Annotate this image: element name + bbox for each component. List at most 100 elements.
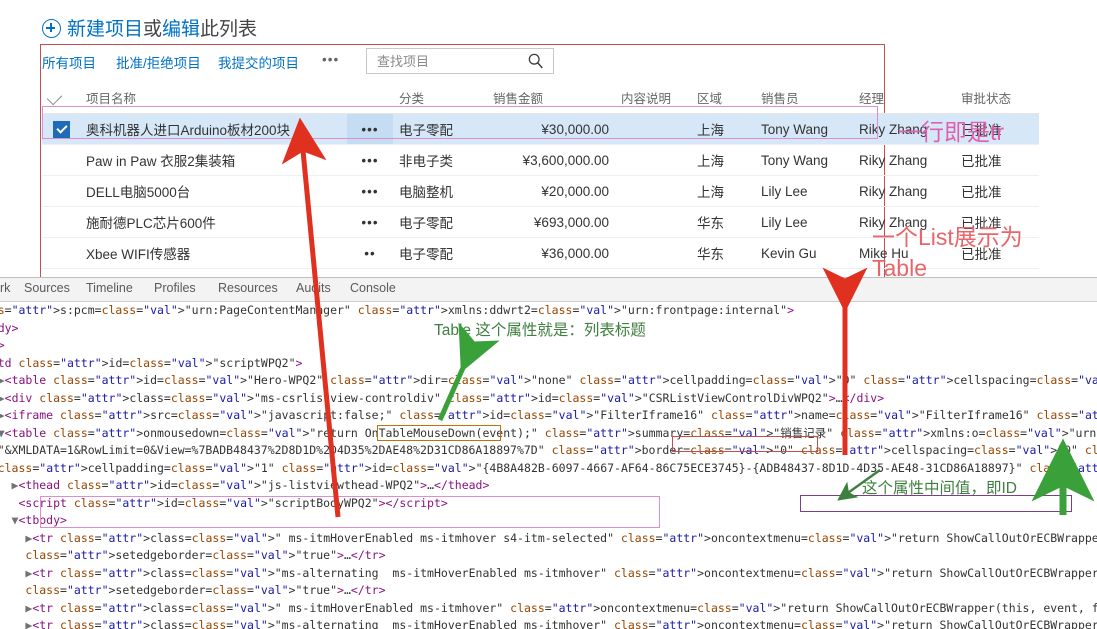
- page-title: 新建项目或编辑此列表: [42, 14, 257, 41]
- cell-description: [615, 144, 691, 176]
- header-status[interactable]: 审批状态: [955, 84, 1039, 114]
- devtools-tab-timeline[interactable]: Timeline: [86, 281, 133, 295]
- header-manager[interactable]: 经理: [853, 84, 955, 114]
- cell-description: [615, 206, 691, 238]
- new-item-link[interactable]: 新建项目: [67, 19, 143, 40]
- dom-tree-line[interactable]: ▼<tbody>: [0, 512, 1097, 530]
- table-row[interactable]: Paw in Paw 衣服2集装箱 ••• 非电子类 ¥3,600,000.00 上海 T…: [42, 144, 1039, 176]
- cell-category: 电子零配: [393, 113, 487, 145]
- header-category[interactable]: 分类: [393, 84, 487, 114]
- cell-ecb[interactable]: •••: [347, 175, 393, 207]
- cell-sales: Lily Lee: [755, 175, 853, 207]
- check-icon: [46, 89, 63, 105]
- cell-area: 华东: [691, 206, 755, 238]
- devtools-tab-resources[interactable]: Resources: [218, 281, 278, 295]
- cell-ecb[interactable]: •••: [347, 144, 393, 176]
- cell-manager: Riky Zhang: [853, 144, 955, 176]
- dom-tree-line[interactable]: ▶<tr class="attr">class=class="val">"ms-…: [0, 617, 1097, 629]
- dom-tree-line[interactable]: ▼<table class="attr">onmousedown=class="…: [0, 425, 1097, 443]
- dom-tree-line[interactable]: <tbody>: [0, 320, 1097, 338]
- devtools-tab-sources[interactable]: Sources: [24, 281, 70, 295]
- devtools-tabbar: rk Sources Timeline Profiles Resources Audits…: [0, 278, 1097, 302]
- sharepoint-list-area: 新建项目或编辑此列表 所有项目 批准/拒绝项目 我提交的项目 ••• 项目名称 …: [0, 0, 1097, 277]
- cell-sales: Tony Wang: [755, 113, 853, 145]
- checkbox-checked-icon[interactable]: [52, 120, 70, 138]
- cell-category: 电脑整机: [393, 175, 487, 207]
- edit-list-link[interactable]: 编辑: [162, 19, 200, 40]
- row-checkbox[interactable]: [42, 144, 80, 176]
- view-tab-approve[interactable]: 批准/拒绝项目: [116, 52, 201, 72]
- dom-tree-line[interactable]: <script class="attr">id=class="val">"scr…: [0, 495, 1097, 513]
- row-fade-mask: [42, 262, 883, 277]
- header-name[interactable]: 项目名称: [80, 84, 347, 114]
- header-sales[interactable]: 销售员: [755, 84, 853, 114]
- cell-area: 上海: [691, 175, 755, 207]
- dom-tree-line[interactable]: class="attr">s:pcm=class="val">"urn:Page…: [0, 302, 1097, 320]
- devtools-panel: rk Sources Timeline Profiles Resources Audits…: [0, 277, 1097, 629]
- dom-tree-line[interactable]: ▶<tr class="attr">class=class="val">" ms…: [0, 600, 1097, 618]
- cell-sales: Lily Lee: [755, 206, 853, 238]
- header-ecb: [347, 84, 393, 114]
- devtools-tab-rk[interactable]: rk: [0, 281, 10, 295]
- cell-status: 已批准: [955, 144, 1039, 176]
- cell-name: Paw in Paw 衣服2集装箱: [80, 144, 347, 176]
- cell-amount: ¥30,000.00: [487, 113, 615, 145]
- view-more-button[interactable]: •••: [322, 52, 339, 67]
- search-input[interactable]: [375, 53, 519, 70]
- view-tab-submitted[interactable]: 我提交的项目: [218, 52, 299, 72]
- cell-status: 已批准: [955, 237, 1039, 269]
- dom-tree-line[interactable]: ▼<tr>: [0, 337, 1097, 355]
- header-select-all[interactable]: [42, 84, 80, 114]
- list-table-head: 项目名称 分类 销售金额 内容说明 区域 销售员 经理 审批状态: [42, 84, 1039, 114]
- dom-tree-line[interactable]: ▶<table class="attr">id=class="val">"Her…: [0, 372, 1097, 390]
- cell-status: 已批准: [955, 206, 1039, 238]
- devtools-tab-audits[interactable]: Audits: [296, 281, 331, 295]
- cell-status: 已批准: [955, 113, 1039, 145]
- cell-manager: Riky Zhang: [853, 113, 955, 145]
- dom-tree-line[interactable]: class="attr">cellpadding=class="val">"1"…: [0, 460, 1097, 478]
- cell-description: [615, 175, 691, 207]
- cell-name: DELL电脑5000台: [80, 175, 347, 207]
- cell-category: 电子零配: [393, 206, 487, 238]
- plus-circle-icon[interactable]: [42, 19, 61, 38]
- row-checkbox[interactable]: [42, 206, 80, 238]
- row-checkbox[interactable]: [42, 175, 80, 207]
- view-tab-all[interactable]: 所有项目: [42, 52, 96, 72]
- cell-amount: ¥20,000.00: [487, 175, 615, 207]
- cell-ecb[interactable]: •••: [347, 206, 393, 238]
- table-row[interactable]: DELL电脑5000台 ••• 电脑整机 ¥20,000.00 上海 Lily Lee Ri…: [42, 175, 1039, 207]
- cell-manager: Riky Zhang: [853, 175, 955, 207]
- title-separator: 或: [143, 19, 163, 40]
- cell-status: 已批准: [955, 175, 1039, 207]
- search-icon[interactable]: [527, 52, 545, 70]
- dom-tree-view[interactable]: class="attr">s:pcm=class="val">"urn:Page…: [0, 302, 1097, 629]
- dom-tree-line[interactable]: ▼<td class="attr">id=class="val">"script…: [0, 355, 1097, 373]
- title-tail: 此列表: [200, 19, 258, 40]
- dom-tree-line[interactable]: ▶<tr class="attr">class=class="val">" ms…: [0, 530, 1097, 548]
- cell-name: 施耐德PLC芯片600件: [80, 206, 347, 238]
- cell-description: [615, 113, 691, 145]
- cell-amount: ¥693,000.00: [487, 206, 615, 238]
- cell-name: 奥科机器人进口Arduino板材200块: [80, 113, 347, 145]
- header-amount[interactable]: 销售金额: [487, 84, 615, 114]
- devtools-tab-console[interactable]: Console: [350, 281, 396, 295]
- cell-manager: Riky Zhang: [853, 206, 955, 238]
- table-row[interactable]: 奥科机器人进口Arduino板材200块 ••• 电子零配 ¥30,000.00 上海 T…: [42, 113, 1039, 145]
- header-description[interactable]: 内容说明: [615, 84, 691, 114]
- cell-status: 已批准: [955, 268, 1039, 277]
- cell-sales: Tony Wang: [755, 144, 853, 176]
- devtools-tab-profiles[interactable]: Profiles: [154, 281, 196, 295]
- dom-tree-line[interactable]: ▶<tr class="attr">class=class="val">"ms-…: [0, 565, 1097, 583]
- dom-tree-line[interactable]: class="attr">setedgeborder=class="val">"…: [0, 582, 1097, 600]
- dom-tree-line[interactable]: ▶<thead class="attr">id=class="val">"js-…: [0, 477, 1097, 495]
- row-checkbox[interactable]: [42, 113, 80, 145]
- dom-tree-line[interactable]: ▶<iframe class="attr">src=class="val">"j…: [0, 407, 1097, 425]
- header-area[interactable]: 区域: [691, 84, 755, 114]
- dom-tree-line[interactable]: "&XMLDATA=1&RowLimit=0&View=%7BADB48437%…: [0, 442, 1097, 460]
- dom-tree-line[interactable]: ▶<div class="attr">class=class="val">"ms…: [0, 390, 1097, 408]
- table-row[interactable]: 施耐德PLC芯片600件 ••• 电子零配 ¥693,000.00 华东 Lily Lee…: [42, 206, 1039, 238]
- dom-tree-line[interactable]: class="attr">setedgeborder=class="val">"…: [0, 547, 1097, 565]
- search-box[interactable]: [366, 48, 554, 74]
- cell-category: 非电子类: [393, 144, 487, 176]
- cell-ecb[interactable]: •••: [347, 113, 393, 145]
